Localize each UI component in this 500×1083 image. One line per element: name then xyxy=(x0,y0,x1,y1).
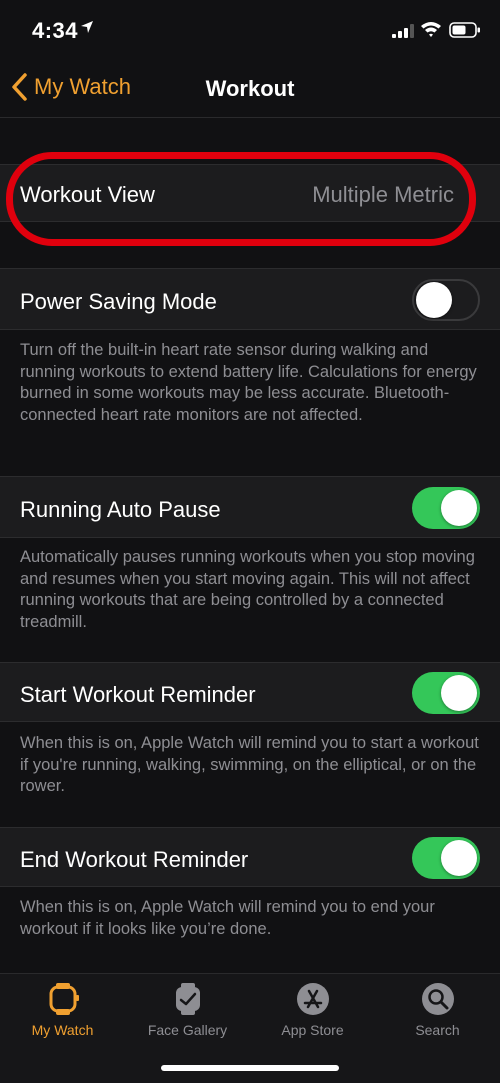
tab-label: Search xyxy=(415,1022,460,1038)
end-workout-reminder-description: When this is on, Apple Watch will remind… xyxy=(20,898,435,938)
toggle-knob xyxy=(441,490,477,526)
status-time: 4:34 xyxy=(32,18,79,43)
battery-icon xyxy=(449,22,480,38)
face-gallery-icon xyxy=(175,983,200,1015)
search-icon xyxy=(421,983,454,1015)
power-saving-mode-description: Turn off the built-in heart rate sensor … xyxy=(20,341,477,424)
power-saving-mode-toggle[interactable] xyxy=(412,279,480,321)
location-arrow-icon xyxy=(81,21,93,33)
page-title: Workout xyxy=(205,76,295,101)
app-store-icon xyxy=(296,983,329,1015)
tab-app-store[interactable]: App Store xyxy=(250,982,375,1052)
start-workout-reminder-label: Start Workout Reminder xyxy=(20,682,256,707)
end-workout-reminder-toggle[interactable] xyxy=(412,837,480,879)
end-workout-reminder-row: End Workout Reminder xyxy=(0,827,500,887)
workout-view-label: Workout View xyxy=(20,182,155,207)
tab-label: Face Gallery xyxy=(147,1022,228,1038)
home-indicator[interactable] xyxy=(161,1065,339,1071)
cellular-signal-icon xyxy=(392,24,414,38)
running-auto-pause-row: Running Auto Pause xyxy=(0,476,500,538)
start-workout-reminder-description: When this is on, Apple Watch will remind… xyxy=(20,734,479,795)
workout-view-row[interactable]: Workout View Multiple Metric xyxy=(0,164,500,222)
running-auto-pause-toggle[interactable] xyxy=(412,487,480,529)
start-workout-reminder-toggle[interactable] xyxy=(412,672,480,714)
wifi-icon xyxy=(421,22,441,37)
tab-face-gallery[interactable]: Face Gallery xyxy=(125,982,250,1052)
tab-label: App Store xyxy=(281,1022,344,1038)
running-auto-pause-label: Running Auto Pause xyxy=(20,497,221,522)
power-saving-mode-row: Power Saving Mode xyxy=(0,268,500,330)
navigation-bar: My Watch Workout xyxy=(0,60,500,118)
running-auto-pause-description: Automatically pauses running workouts wh… xyxy=(20,548,475,631)
status-bar: 4:34 xyxy=(0,0,500,60)
tab-label: My Watch xyxy=(31,1022,94,1038)
start-workout-reminder-row: Start Workout Reminder xyxy=(0,662,500,722)
watch-icon xyxy=(49,983,79,1015)
toggle-knob xyxy=(441,675,477,711)
power-saving-mode-label: Power Saving Mode xyxy=(20,289,217,314)
end-workout-reminder-label: End Workout Reminder xyxy=(20,847,249,872)
workout-view-value: Multiple Metric xyxy=(312,182,454,207)
toggle-knob xyxy=(416,282,452,318)
tab-search[interactable]: Search xyxy=(375,982,500,1052)
tab-my-watch[interactable]: My Watch xyxy=(0,982,125,1052)
toggle-knob xyxy=(441,840,477,876)
